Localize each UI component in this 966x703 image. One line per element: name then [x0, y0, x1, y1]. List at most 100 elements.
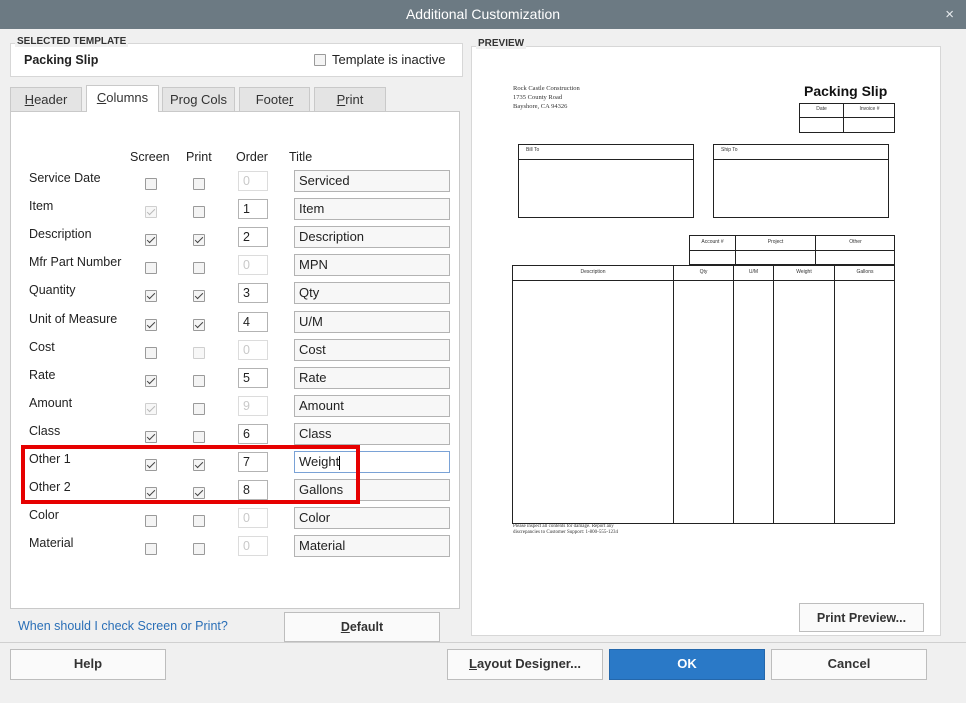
- preview-footer-line-2: discrepancies to Customer Support: 1-800…: [513, 530, 618, 535]
- title-field-color[interactable]: Color: [294, 507, 450, 529]
- title-field-unit-of-measure[interactable]: U/M: [294, 311, 450, 333]
- screen-checkbox-unit-of-measure[interactable]: [145, 319, 157, 331]
- title-field-class[interactable]: Class: [294, 423, 450, 445]
- screen-checkbox-description[interactable]: [145, 234, 157, 246]
- title-text-service-date: Serviced: [299, 173, 350, 188]
- print-checkbox-color[interactable]: [193, 515, 205, 527]
- template-inactive-checkbox[interactable]: [314, 54, 326, 66]
- um-col-header: U/M: [748, 269, 759, 275]
- preview-label: PREVIEW: [476, 38, 527, 49]
- title-field-service-date[interactable]: Serviced: [294, 170, 450, 192]
- default-button[interactable]: Default: [284, 612, 440, 642]
- column-label-color: Color: [29, 508, 59, 522]
- order-field-color: 0: [238, 508, 268, 528]
- print-checkbox-description[interactable]: [193, 234, 205, 246]
- highlight-box: [21, 445, 360, 504]
- ship-to-label: Ship To: [721, 147, 738, 153]
- title-text-material: Material: [299, 538, 346, 553]
- print-checkbox-cost: [193, 347, 205, 359]
- print-preview-button[interactable]: Print Preview...: [799, 603, 924, 632]
- title-field-mfr-part-number[interactable]: MPN: [294, 254, 450, 276]
- title-field-cost[interactable]: Cost: [294, 339, 450, 361]
- company-city: Bayshore, CA 94326: [513, 103, 568, 110]
- tab-footer[interactable]: Footer: [239, 87, 310, 112]
- print-checkbox-mfr-part-number[interactable]: [193, 262, 205, 274]
- project-header: Project: [767, 239, 784, 245]
- template-inactive-label: Template is inactive: [332, 52, 446, 67]
- order-field-quantity[interactable]: 3: [238, 283, 268, 303]
- order-field-unit-of-measure[interactable]: 4: [238, 312, 268, 332]
- selected-template-label: SELECTED TEMPLATE: [15, 36, 129, 47]
- print-header: Print: [186, 150, 212, 164]
- title-field-rate[interactable]: Rate: [294, 367, 450, 389]
- title-field-material[interactable]: Material: [294, 535, 450, 557]
- title-field-amount[interactable]: Amount: [294, 395, 450, 417]
- screen-checkbox-cost[interactable]: [145, 347, 157, 359]
- title-text-color: Color: [299, 510, 331, 525]
- invoice-header: Invoice #: [859, 106, 880, 112]
- print-checkbox-item[interactable]: [193, 206, 205, 218]
- print-checkbox-service-date[interactable]: [193, 178, 205, 190]
- order-field-service-date: 0: [238, 171, 268, 191]
- title-text-unit-of-measure: U/M: [299, 314, 323, 329]
- title-text-amount: Amount: [299, 398, 344, 413]
- screen-checkbox-quantity[interactable]: [145, 290, 157, 302]
- close-icon[interactable]: ×: [945, 0, 954, 29]
- help-link[interactable]: When should I check Screen or Print?: [18, 619, 228, 633]
- additional-customization-window: Additional Customization × SELECTED TEMP…: [0, 0, 966, 703]
- column-label-rate: Rate: [29, 368, 56, 382]
- order-header: Order: [236, 150, 268, 164]
- cancel-button[interactable]: Cancel: [771, 649, 927, 680]
- order-field-class[interactable]: 6: [238, 424, 268, 444]
- column-label-description: Description: [29, 227, 92, 241]
- column-label-cost: Cost: [29, 340, 55, 354]
- title-text-quantity: Qty: [299, 285, 320, 300]
- company-name: Rock Castle Construction: [513, 85, 580, 92]
- screen-checkbox-material[interactable]: [145, 543, 157, 555]
- title-header: Title: [289, 150, 313, 164]
- print-checkbox-material[interactable]: [193, 543, 205, 555]
- screen-checkbox-service-date[interactable]: [145, 178, 157, 190]
- order-field-amount: 9: [238, 396, 268, 416]
- order-field-item[interactable]: 1: [238, 199, 268, 219]
- tab-prog-cols[interactable]: Prog Cols: [162, 87, 235, 112]
- screen-checkbox-mfr-part-number[interactable]: [145, 262, 157, 274]
- print-checkbox-quantity[interactable]: [193, 290, 205, 302]
- tab-columns[interactable]: Columns: [86, 85, 159, 112]
- help-button[interactable]: Help: [10, 649, 166, 680]
- screen-checkbox-rate[interactable]: [145, 375, 157, 387]
- title-bar: Additional Customization ×: [0, 0, 966, 29]
- title-text-description: Description: [299, 229, 365, 244]
- print-checkbox-unit-of-measure[interactable]: [193, 319, 205, 331]
- screen-checkbox-amount: [145, 403, 157, 415]
- title-field-item[interactable]: Item: [294, 198, 450, 220]
- ok-button[interactable]: OK: [609, 649, 765, 680]
- order-field-material: 0: [238, 536, 268, 556]
- order-field-rate[interactable]: 5: [238, 368, 268, 388]
- column-label-quantity: Quantity: [29, 283, 76, 297]
- weight-col-header: Weight: [796, 269, 812, 275]
- order-field-cost: 0: [238, 340, 268, 360]
- tab-header[interactable]: Header: [10, 87, 82, 112]
- title-field-quantity[interactable]: Qty: [294, 282, 450, 304]
- screen-header: Screen: [130, 150, 170, 164]
- title-text-rate: Rate: [299, 370, 327, 385]
- tab-print[interactable]: Print: [314, 87, 386, 112]
- ship-to-box: [713, 144, 889, 218]
- date-header: Date: [816, 106, 827, 112]
- column-label-unit-of-measure: Unit of Measure: [29, 312, 118, 326]
- company-address: 1735 County Road: [513, 94, 563, 101]
- column-label-mfr-part-number: Mfr Part Number: [29, 255, 122, 269]
- qty-col-header: Qty: [699, 269, 708, 275]
- screen-checkbox-item: [145, 206, 157, 218]
- print-checkbox-rate[interactable]: [193, 375, 205, 387]
- screen-checkbox-color[interactable]: [145, 515, 157, 527]
- column-label-class: Class: [29, 424, 61, 438]
- print-checkbox-amount[interactable]: [193, 403, 205, 415]
- print-checkbox-class[interactable]: [193, 431, 205, 443]
- layout-designer-button[interactable]: Layout Designer...: [447, 649, 603, 680]
- screen-checkbox-class[interactable]: [145, 431, 157, 443]
- title-field-description[interactable]: Description: [294, 226, 450, 248]
- order-field-description[interactable]: 2: [238, 227, 268, 247]
- account-header: Account #: [701, 239, 724, 245]
